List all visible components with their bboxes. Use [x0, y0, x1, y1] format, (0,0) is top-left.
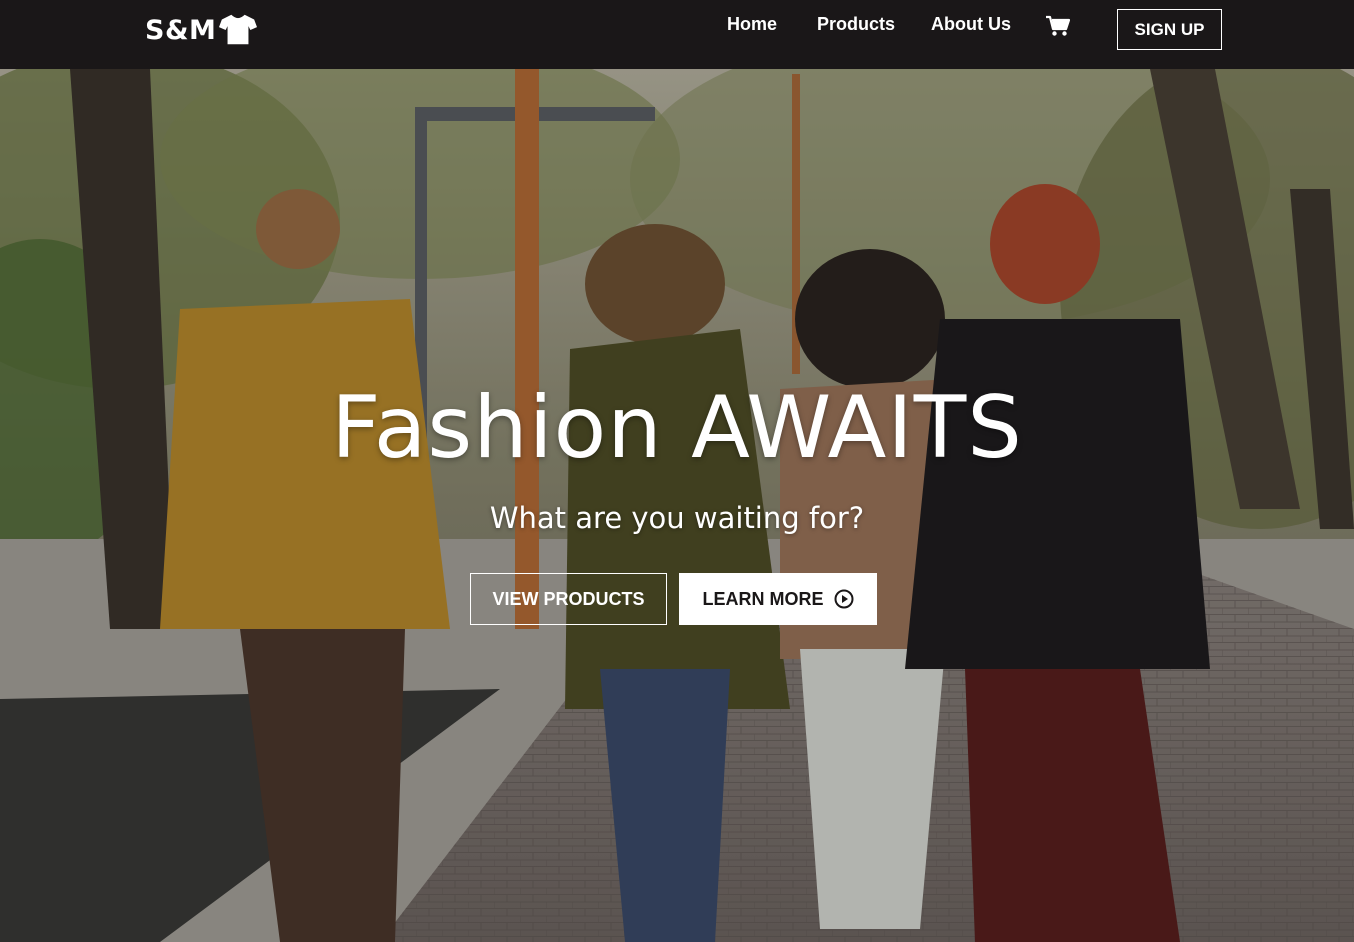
brand-name: S&M	[145, 14, 217, 46]
play-circle-icon	[834, 589, 854, 609]
hero-title: Fashion AWAITS	[331, 378, 1023, 478]
tshirt-icon	[219, 14, 258, 46]
nav-home-link[interactable]: Home	[727, 14, 777, 38]
hero-subtitle: What are you waiting for?	[489, 501, 865, 535]
learn-more-button[interactable]: LEARN MORE	[679, 573, 877, 625]
navbar: S&M Home Products About Us SIGN UP	[0, 0, 1354, 69]
cart-icon[interactable]	[1046, 15, 1070, 37]
brand-logo[interactable]: S&M	[145, 12, 258, 48]
hero-section: Fashion AWAITS What are you waiting for?…	[0, 69, 1354, 942]
view-products-label: VIEW PRODUCTS	[492, 588, 645, 609]
nav-about-link[interactable]: About Us	[931, 14, 1011, 38]
nav-products-link[interactable]: Products	[817, 14, 895, 38]
sign-up-button[interactable]: SIGN UP	[1117, 9, 1222, 50]
view-products-button[interactable]: VIEW PRODUCTS	[470, 573, 667, 625]
learn-more-label: LEARN MORE	[702, 588, 824, 609]
